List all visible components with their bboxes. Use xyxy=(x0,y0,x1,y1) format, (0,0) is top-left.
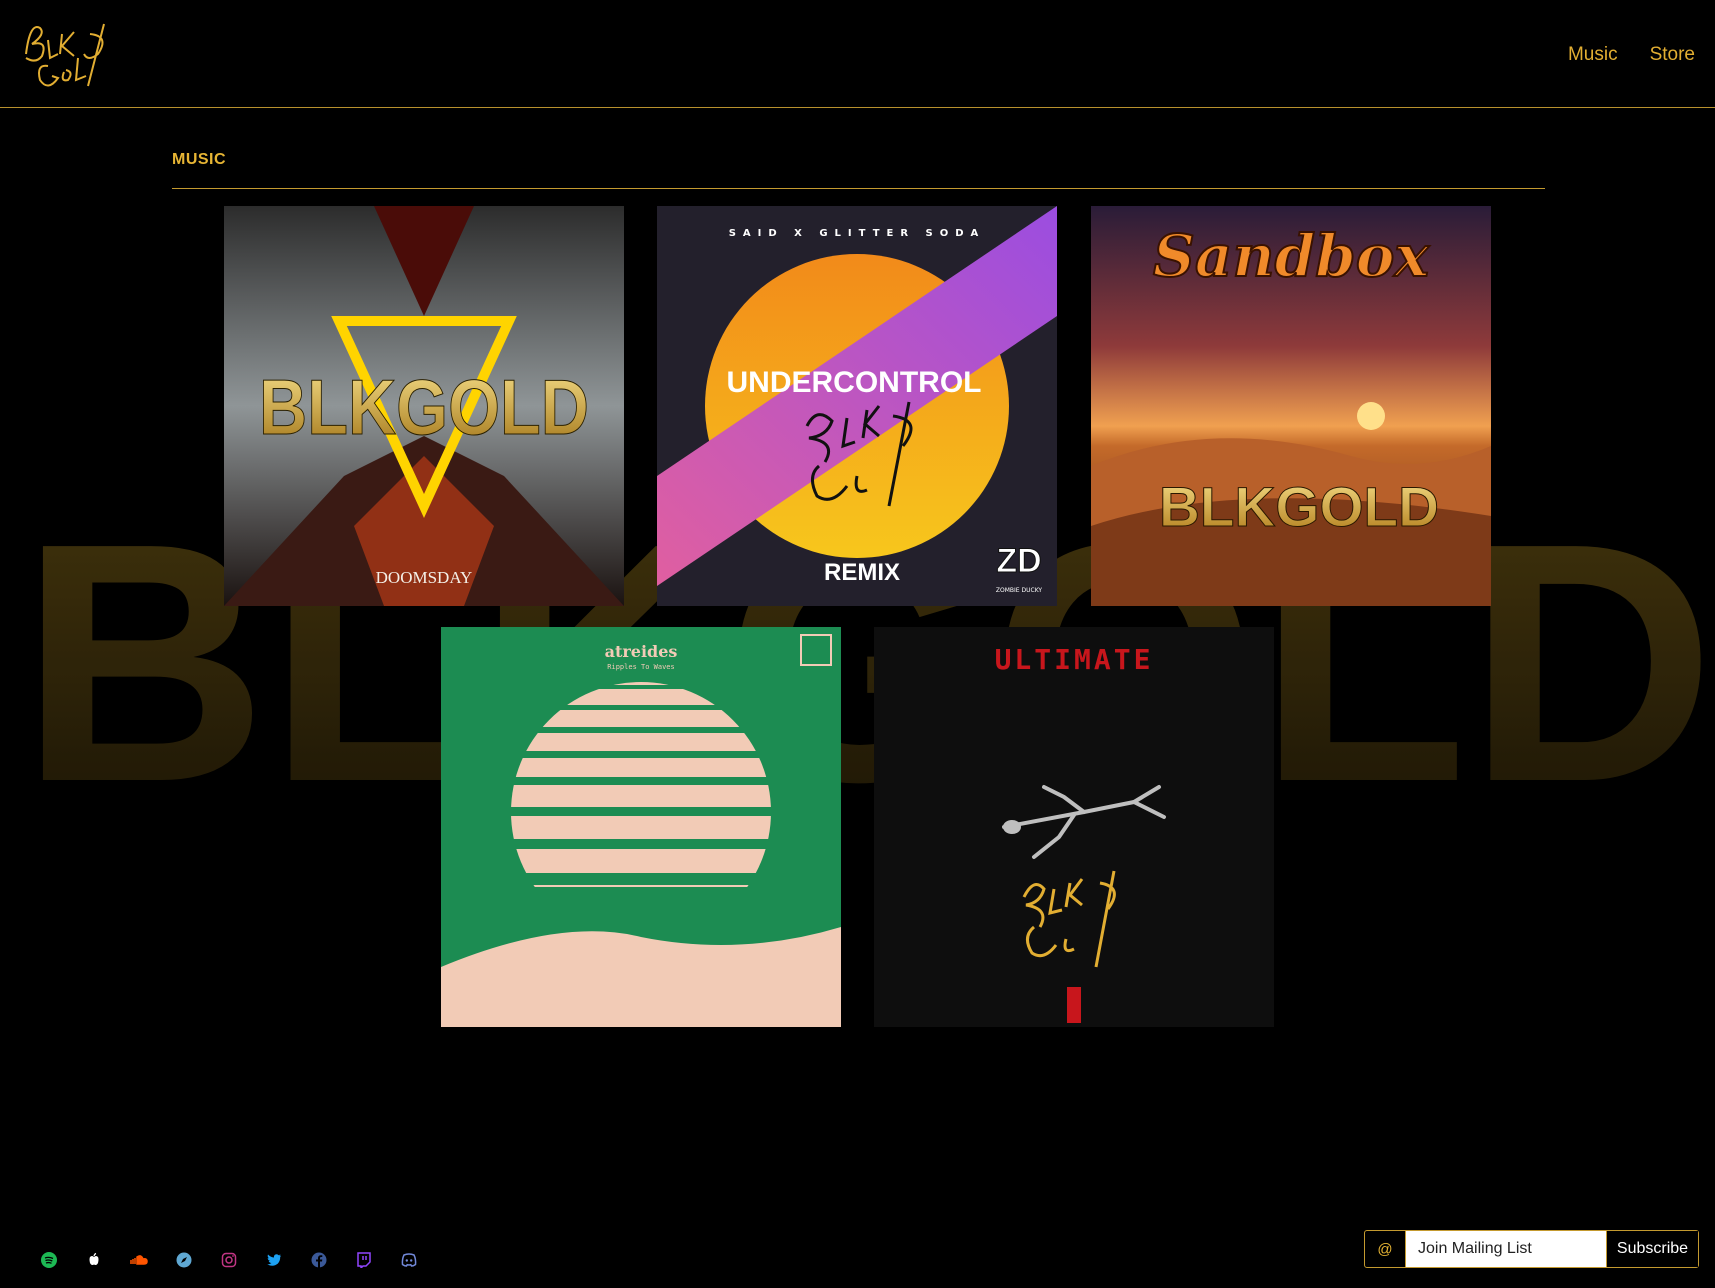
label-name: ZOMBIE DUCKY xyxy=(996,587,1043,594)
album-credit: SAID X GLITTER SODA xyxy=(729,228,986,239)
nav-store-link[interactable]: Store xyxy=(1650,44,1695,66)
album-title: Ripples To Waves xyxy=(607,663,674,671)
main-nav: Music Store xyxy=(1568,44,1695,66)
album-cover-sandbox[interactable]: Sandbox BLKGOLD xyxy=(1091,206,1491,606)
album-title: DOOMSDAY xyxy=(376,568,473,587)
twitter-icon[interactable] xyxy=(263,1249,285,1271)
social-links xyxy=(38,1249,420,1271)
album-subtitle: REMIX xyxy=(824,559,900,586)
section-divider xyxy=(172,188,1545,189)
instagram-icon[interactable] xyxy=(218,1249,240,1271)
soundcloud-icon[interactable] xyxy=(128,1249,150,1271)
section-title: MUSIC xyxy=(172,151,227,168)
album-artist-logo: BLKGOLD xyxy=(259,363,589,451)
album-artist: atreides xyxy=(605,642,678,661)
album-title: UNDERCONTROL xyxy=(727,366,982,399)
spotify-icon[interactable] xyxy=(38,1249,60,1271)
album-cover-ultimate[interactable]: ULTIMATE xyxy=(874,627,1274,1027)
mailing-email-input[interactable] xyxy=(1406,1231,1606,1267)
site-logo[interactable] xyxy=(18,14,114,96)
album-cover-doomsday[interactable]: BLKGOLD DOOMSDAY xyxy=(224,206,624,606)
album-cover-ripples-to-waves[interactable]: atreides Ripples To Waves xyxy=(441,627,841,1027)
album-cover-undercontrol[interactable]: SAID X GLITTER SODA UNDERCONTROL REMIX Z… xyxy=(657,206,1057,606)
album-title: Sandbox xyxy=(1153,222,1430,290)
mailing-list-form: @ Subscribe xyxy=(1364,1230,1699,1268)
album-title: ULTIMATE xyxy=(995,643,1154,676)
facebook-icon[interactable] xyxy=(308,1249,330,1271)
at-sign-icon: @ xyxy=(1365,1231,1406,1267)
twitch-icon[interactable] xyxy=(353,1249,375,1271)
compass-icon[interactable] xyxy=(173,1249,195,1271)
label-logo: ZD xyxy=(996,542,1041,580)
site-header: Music Store xyxy=(0,0,1715,108)
nav-music-link[interactable]: Music xyxy=(1568,44,1618,66)
discord-icon[interactable] xyxy=(398,1249,420,1271)
apple-music-icon[interactable] xyxy=(83,1249,105,1271)
album-artist-logo: BLKGOLD xyxy=(1159,475,1439,538)
subscribe-button[interactable]: Subscribe xyxy=(1606,1231,1698,1267)
